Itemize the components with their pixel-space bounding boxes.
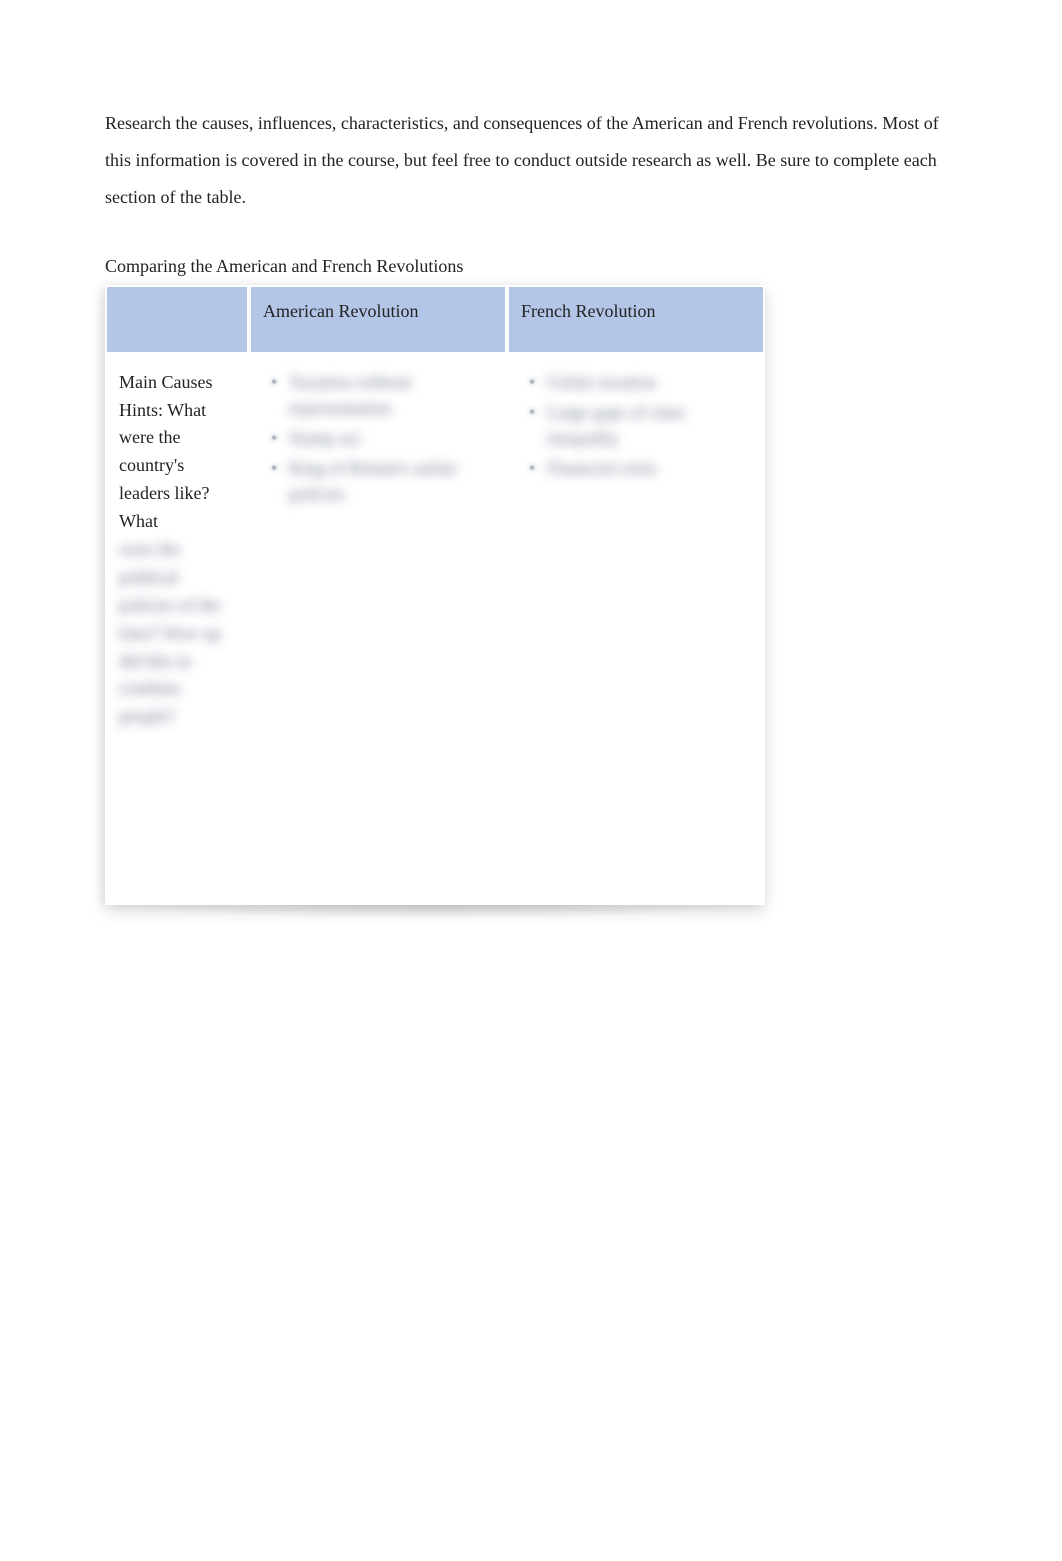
table-header-row: American Revolution French Revolution: [105, 285, 765, 355]
french-causes-list: Unfair taxation Large gaps of class ineq…: [517, 367, 755, 481]
american-causes-list: Taxation without representation Stamp ac…: [259, 367, 497, 507]
list-item: Large gaps of class inequality: [547, 399, 749, 451]
comparison-table: American Revolution French Revolution Ma…: [105, 285, 765, 905]
table-row: Main Causes Hints: What were the country…: [105, 355, 765, 905]
list-item: Financial crisis: [547, 455, 749, 481]
header-french: French Revolution: [507, 285, 765, 355]
row-header-hints-blurred: were the political policies of the time?…: [119, 536, 235, 731]
header-american: American Revolution: [249, 285, 507, 355]
list-item: Stamp act: [289, 425, 491, 451]
row-header-hints-visible: Hints: What were the country's leaders l…: [119, 397, 235, 536]
table-caption: Comparing the American and French Revolu…: [105, 256, 957, 277]
row-header-title: Main Causes: [119, 369, 235, 397]
cell-french-causes: Unfair taxation Large gaps of class ineq…: [507, 355, 765, 905]
header-corner-cell: [105, 285, 249, 355]
instructions-text: Research the causes, influences, charact…: [105, 105, 957, 216]
table-shadow: [105, 905, 765, 919]
list-item: King of Britain's unfair policies: [289, 455, 491, 507]
list-item: Unfair taxation: [547, 369, 749, 395]
list-item: Taxation without representation: [289, 369, 491, 421]
cell-american-causes: Taxation without representation Stamp ac…: [249, 355, 507, 905]
row-header-main-causes: Main Causes Hints: What were the country…: [105, 355, 249, 905]
